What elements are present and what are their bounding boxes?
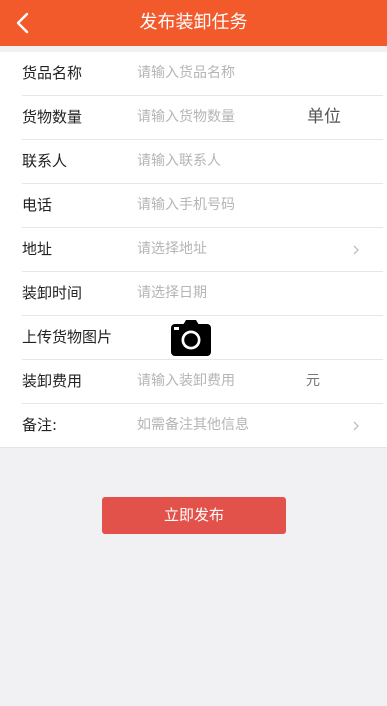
goods-name-row: 货品名称 (22, 52, 383, 96)
remark-input[interactable] (137, 410, 307, 441)
phone-input[interactable] (137, 190, 307, 221)
fee-unit: 元 (306, 373, 320, 389)
task-form: 货品名称 货物数量 单位 联系人 电话 地址 装卸时间 上传货物图片 (0, 52, 387, 448)
remark-label: 备注: (22, 416, 58, 434)
date-input[interactable] (137, 278, 307, 309)
publish-button[interactable]: 立即发布 (102, 497, 286, 534)
goods-name-input[interactable] (137, 58, 307, 89)
address-input[interactable] (137, 234, 307, 265)
address-label: 地址 (22, 240, 53, 258)
unit-selector[interactable]: 单位 (307, 96, 341, 139)
fee-row: 装卸费用 元 (22, 360, 383, 404)
contact-input[interactable] (137, 146, 307, 177)
phone-row: 电话 (22, 184, 383, 228)
load-time-row[interactable]: 装卸时间 (22, 272, 383, 316)
top-bar: 发布装卸任务 (0, 0, 387, 46)
page-title: 发布装卸任务 (139, 12, 248, 33)
goods-name-label: 货品名称 (22, 64, 83, 82)
camera-icon[interactable] (170, 319, 212, 357)
address-row[interactable]: 地址 (22, 228, 383, 272)
chevron-right-icon[interactable] (349, 243, 363, 257)
fee-input[interactable] (137, 366, 277, 397)
remark-row[interactable]: 备注: (22, 404, 383, 447)
chevron-right-icon[interactable] (349, 419, 363, 433)
contact-row: 联系人 (22, 140, 383, 184)
photo-label: 上传货物图片 (22, 328, 113, 346)
goods-quantity-row: 货物数量 单位 (22, 96, 383, 140)
goods-quantity-label: 货物数量 (22, 108, 83, 126)
goods-quantity-input[interactable] (137, 102, 277, 133)
phone-label: 电话 (22, 196, 53, 214)
contact-label: 联系人 (22, 152, 68, 170)
load-time-label: 装卸时间 (22, 284, 83, 302)
photo-row: 上传货物图片 (22, 316, 383, 360)
fee-label: 装卸费用 (22, 372, 83, 390)
